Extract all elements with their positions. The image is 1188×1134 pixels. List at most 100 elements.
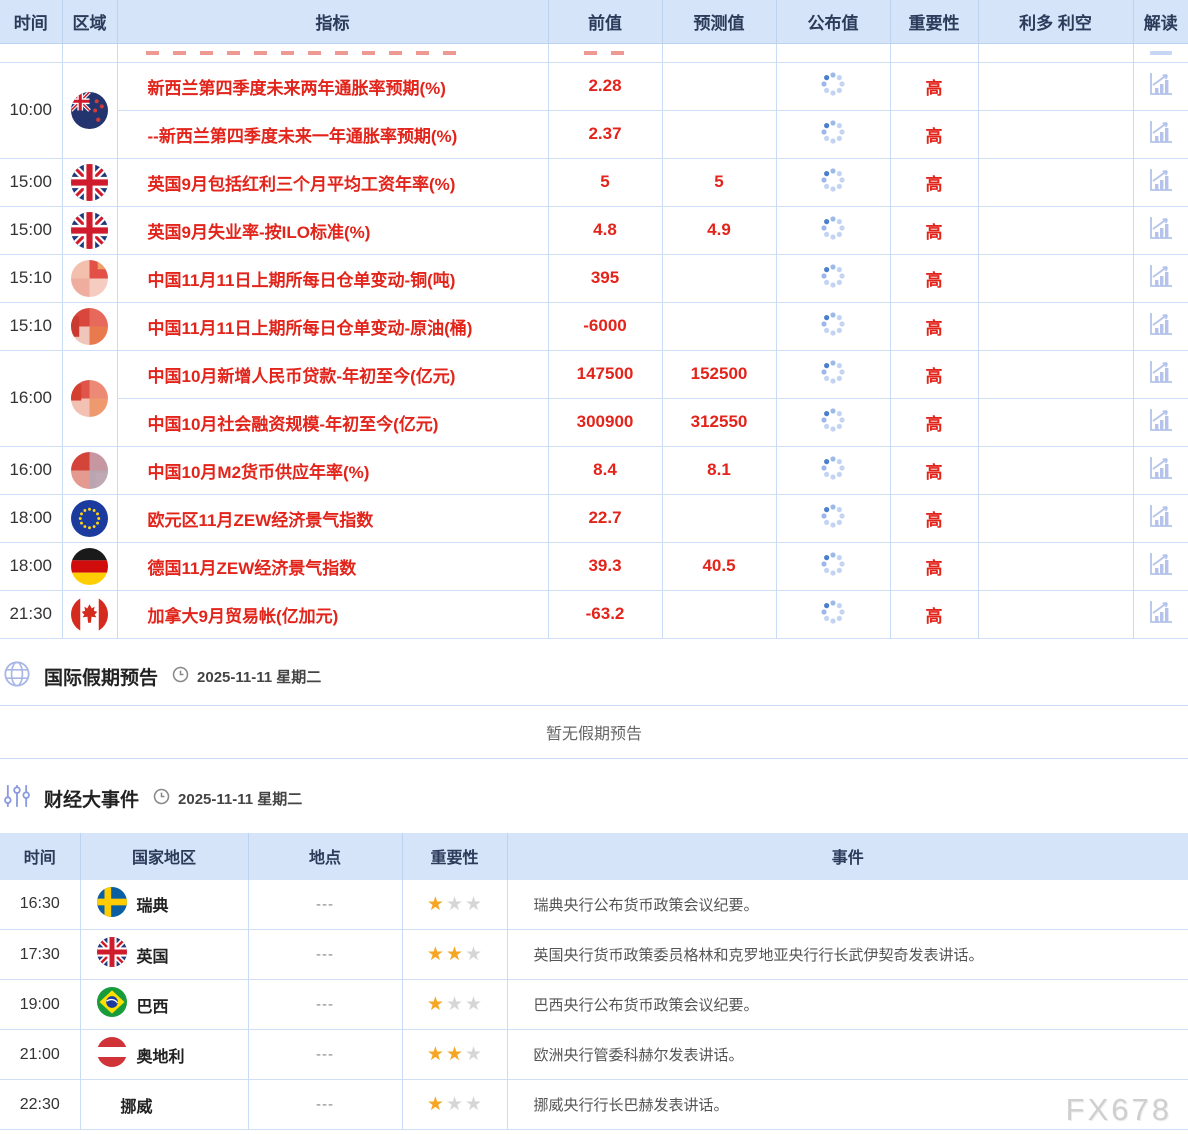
interpret-cell[interactable] bbox=[1133, 206, 1188, 254]
interpret-cell[interactable] bbox=[1133, 158, 1188, 206]
star-icon: ★ bbox=[465, 994, 482, 1015]
bar-chart-icon[interactable] bbox=[1147, 276, 1174, 293]
previous-cell: 8.4 bbox=[548, 446, 662, 494]
bar-chart-icon[interactable] bbox=[1147, 324, 1174, 341]
bar-chart-icon[interactable] bbox=[1147, 516, 1174, 533]
forecast-cell bbox=[662, 254, 776, 302]
events-section-header: 财经大事件 2025-11-11 星期二 bbox=[0, 781, 1188, 817]
col-header-time: 时间 bbox=[0, 0, 62, 43]
bull-bear-cell bbox=[978, 542, 1133, 590]
previous-cell: -63.2 bbox=[548, 590, 662, 638]
loading-spinner-icon bbox=[819, 469, 847, 486]
event-row: 22:30挪威---★★★挪威央行行长巴赫发表讲话。 bbox=[0, 1080, 1188, 1130]
interpret-cell[interactable] bbox=[1133, 446, 1188, 494]
interpret-cell[interactable] bbox=[1133, 62, 1188, 110]
flag-br-icon bbox=[97, 987, 127, 1022]
bar-chart-icon[interactable] bbox=[1147, 132, 1174, 149]
previous-cell: -6000 bbox=[548, 302, 662, 350]
event-time-cell: 22:30 bbox=[0, 1080, 80, 1130]
importance-cell bbox=[890, 43, 978, 62]
event-text-cell: 英国央行货币政策委员格林和克罗地亚央行行长武伊契奇发表讲话。 bbox=[507, 930, 1188, 980]
star-icon: ★ bbox=[446, 1044, 463, 1065]
bull-bear-cell bbox=[978, 494, 1133, 542]
flag-cell bbox=[62, 254, 117, 302]
event-time-cell: 21:00 bbox=[0, 1030, 80, 1080]
forecast-cell bbox=[662, 494, 776, 542]
flag-ca-icon bbox=[71, 605, 108, 622]
bull-bear-cell bbox=[978, 590, 1133, 638]
actual-cell bbox=[776, 398, 890, 446]
calendar-header-row: 时间 区域 指标 前值 预测值 公布值 重要性 利多 利空 解读 bbox=[0, 0, 1188, 43]
flag-cell bbox=[62, 446, 117, 494]
loading-spinner-icon bbox=[819, 85, 847, 102]
flag-cn-pixel-4-icon bbox=[71, 461, 108, 478]
calendar-row: 16:00 中国10月新增人民币贷款-年初至今(亿元)147500152500高 bbox=[0, 350, 1188, 398]
indicator-cell: 英国9月失业率-按ILO标准(%) bbox=[117, 206, 548, 254]
event-time-cell: 16:30 bbox=[0, 880, 80, 930]
bar-chart-icon[interactable] bbox=[1147, 612, 1174, 629]
ev-col-country: 国家地区 bbox=[80, 833, 248, 880]
flag-uk-icon bbox=[97, 937, 127, 972]
indicator-cell: 中国10月新增人民币贷款-年初至今(亿元) bbox=[117, 350, 548, 398]
indicator-cell: --新西兰第四季度未来一年通胀率预期(%) bbox=[117, 110, 548, 158]
star-icon: ★ bbox=[427, 1044, 444, 1065]
importance-stars-cell: ★★★ bbox=[402, 980, 507, 1030]
bar-chart-icon[interactable] bbox=[1147, 228, 1174, 245]
forecast-cell bbox=[662, 110, 776, 158]
bull-bear-cell bbox=[978, 110, 1133, 158]
bar-chart-icon[interactable] bbox=[1147, 564, 1174, 581]
holiday-empty-box: 暂无假期预告 bbox=[0, 705, 1188, 759]
importance-cell: 高 bbox=[890, 494, 978, 542]
actual-cell bbox=[776, 254, 890, 302]
calendar-row: 18:00 欧元区11月ZEW经济景气指数22.7高 bbox=[0, 494, 1188, 542]
star-icon: ★ bbox=[446, 1094, 463, 1115]
importance-cell: 高 bbox=[890, 62, 978, 110]
country-name: 奥地利 bbox=[137, 1043, 185, 1067]
interpret-cell[interactable] bbox=[1133, 254, 1188, 302]
bull-bear-cell bbox=[978, 62, 1133, 110]
time-cell: 15:10 bbox=[0, 254, 62, 302]
time-cell: 15:00 bbox=[0, 206, 62, 254]
location-cell: --- bbox=[248, 880, 402, 930]
bar-chart-icon[interactable] bbox=[1147, 180, 1174, 197]
interpret-cell[interactable] bbox=[1133, 350, 1188, 398]
interpret-cell[interactable] bbox=[1133, 302, 1188, 350]
loading-spinner-icon bbox=[819, 229, 847, 246]
flag-cell bbox=[62, 542, 117, 590]
actual-cell bbox=[776, 110, 890, 158]
globe-icon bbox=[2, 659, 32, 694]
calendar-row: 15:00 英国9月包括红利三个月平均工资年率(%)55高 bbox=[0, 158, 1188, 206]
forecast-cell bbox=[662, 62, 776, 110]
actual-cell bbox=[776, 590, 890, 638]
bar-chart-icon[interactable] bbox=[1147, 468, 1174, 485]
interpret-cell[interactable] bbox=[1133, 494, 1188, 542]
indicator-cell: 欧元区11月ZEW经济景气指数 bbox=[117, 494, 548, 542]
holiday-section-title: 国际假期预告 bbox=[44, 663, 158, 690]
interpret-cell[interactable] bbox=[1133, 398, 1188, 446]
bull-bear-cell bbox=[978, 254, 1133, 302]
interpret-cell[interactable] bbox=[1133, 590, 1188, 638]
holiday-section-header: 国际假期预告 2025-11-11 星期二 bbox=[0, 659, 1188, 695]
flag-cell bbox=[62, 206, 117, 254]
flag-eu-icon bbox=[71, 509, 108, 526]
clipped-row bbox=[0, 43, 1188, 62]
importance-stars-cell: ★★★ bbox=[402, 1080, 507, 1130]
bar-chart-icon[interactable] bbox=[1147, 420, 1174, 437]
forecast-cell: 4.9 bbox=[662, 206, 776, 254]
calendar-row: 中国10月社会融资规模-年初至今(亿元)300900312550高 bbox=[0, 398, 1188, 446]
events-date: 2025-11-11 星期二 bbox=[178, 788, 302, 809]
indicator-cell: 中国11月11日上期所每日仓单变动-原油(桶) bbox=[117, 302, 548, 350]
location-cell: --- bbox=[248, 980, 402, 1030]
holiday-date: 2025-11-11 星期二 bbox=[197, 666, 321, 687]
forecast-cell: 8.1 bbox=[662, 446, 776, 494]
bar-chart-icon[interactable] bbox=[1147, 84, 1174, 101]
bar-chart-icon[interactable] bbox=[1147, 372, 1174, 389]
interpret-cell[interactable] bbox=[1133, 542, 1188, 590]
interpret-cell[interactable] bbox=[1133, 110, 1188, 158]
col-header-interpret: 解读 bbox=[1133, 0, 1188, 43]
country-cell: 瑞典 bbox=[80, 880, 248, 930]
flag-at-icon bbox=[97, 1037, 127, 1072]
importance-cell: 高 bbox=[890, 446, 978, 494]
previous-cell: 147500 bbox=[548, 350, 662, 398]
country-cell: 英国 bbox=[80, 930, 248, 980]
